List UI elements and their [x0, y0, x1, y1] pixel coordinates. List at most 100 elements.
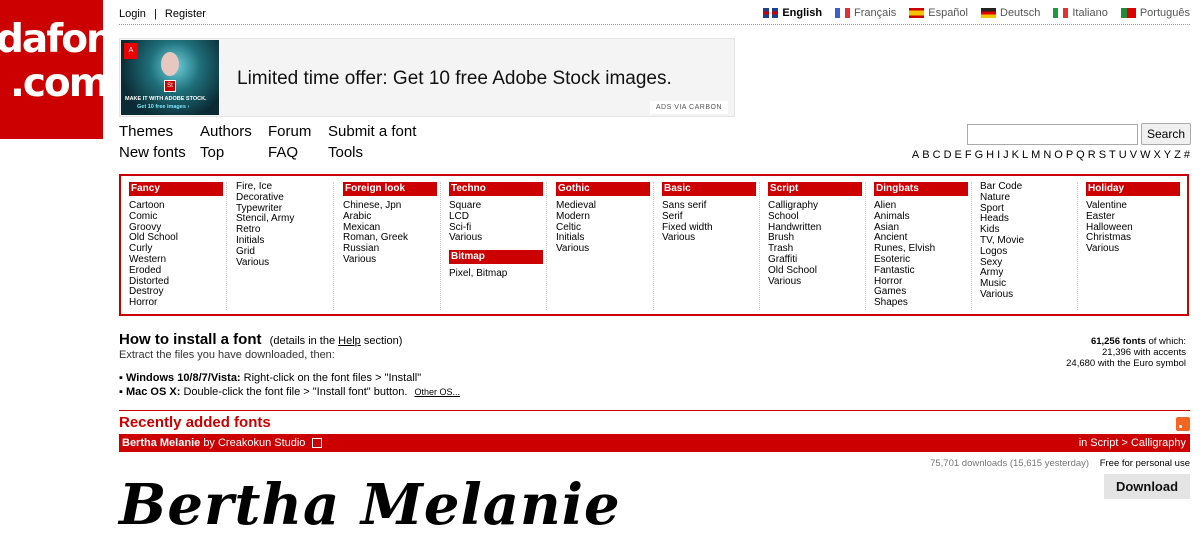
ad-image[interactable]: A St MAKE IT WITH ADOBE STOCK. Get 10 fr… [121, 40, 219, 115]
alphabet-link[interactable]: K [1012, 149, 1019, 161]
lang-german[interactable]: Deutsch [981, 7, 1040, 19]
download-button[interactable]: Download [1104, 474, 1190, 499]
lang-portuguese[interactable]: Português [1120, 7, 1190, 19]
category-link[interactable]: Various [980, 289, 1077, 301]
nav-new-fonts[interactable]: New fonts [119, 144, 186, 161]
font-name-group: Bertha Melanie by Creakokun Studio [122, 434, 322, 452]
category-header[interactable]: Bitmap [449, 250, 543, 265]
alphabet-link[interactable]: V [1130, 149, 1137, 161]
category-link[interactable]: Eroded [129, 265, 226, 277]
dafont-logo[interactable]: dafont .com [0, 0, 130, 139]
ad-banner[interactable]: A St MAKE IT WITH ADOBE STOCK. Get 10 fr… [119, 38, 735, 117]
ad-text[interactable]: Limited time offer: Get 10 free Adobe St… [237, 68, 672, 90]
nav-top[interactable]: Top [200, 144, 224, 161]
search-input[interactable] [967, 124, 1138, 145]
category-link[interactable]: LCD [449, 211, 546, 223]
category-link[interactable]: Logos [980, 246, 1077, 258]
category-header[interactable]: Fancy [129, 182, 223, 196]
category-link[interactable]: Various [768, 276, 865, 288]
font-name-link[interactable]: Bertha Melanie [122, 437, 200, 449]
category-link[interactable]: Various [343, 254, 440, 266]
help-link[interactable]: Help [338, 335, 361, 347]
nav-authors[interactable]: Authors [200, 123, 252, 140]
category-link[interactable]: Various [662, 233, 759, 244]
alphabet-link[interactable]: E [955, 149, 962, 161]
lang-label: Español [928, 7, 968, 19]
nav-themes[interactable]: Themes [119, 123, 173, 140]
alphabet-link[interactable]: # [1184, 149, 1190, 161]
alphabet-link[interactable]: B [922, 149, 929, 161]
alphabet-link[interactable]: G [975, 149, 984, 161]
lang-italian[interactable]: Italiano [1053, 7, 1108, 19]
category-link[interactable]: Various [449, 233, 546, 244]
category-link[interactable]: Nature [980, 192, 1077, 204]
alphabet-link[interactable]: Y [1164, 149, 1171, 161]
lang-spanish[interactable]: Español [909, 7, 968, 19]
alphabet-link[interactable]: P [1066, 149, 1073, 161]
category-link[interactable]: Grid [236, 246, 333, 258]
category-header[interactable]: Techno [449, 182, 543, 196]
category-link[interactable]: Pixel, Bitmap [449, 268, 546, 280]
category-header[interactable]: Script [768, 182, 862, 196]
category-link[interactable]: School [768, 211, 865, 223]
category-dingbats-more: Bar Code Nature Sport Heads Kids TV, Movie Log… [980, 181, 1078, 310]
category-link[interactable]: Modern [556, 211, 653, 223]
alphabet-link[interactable]: Z [1174, 149, 1181, 161]
alphabet-link[interactable]: J [1003, 149, 1009, 161]
alphabet-link[interactable]: S [1099, 149, 1106, 161]
other-os-link[interactable]: Other OS... [414, 387, 460, 397]
font-category[interactable]: in Script > Calligraphy [1079, 434, 1186, 452]
external-link-icon[interactable] [311, 438, 322, 449]
alphabet-link[interactable]: D [944, 149, 952, 161]
alphabet-link[interactable]: A [912, 149, 919, 161]
category-header[interactable]: Foreign look [343, 182, 437, 196]
font-author[interactable]: by Creakokun Studio [203, 437, 305, 449]
germany-flag-icon [981, 8, 996, 18]
category-link[interactable]: Horror [129, 297, 226, 309]
alphabet-link[interactable]: Q [1076, 149, 1085, 161]
alphabet-link[interactable]: C [933, 149, 941, 161]
category-link[interactable]: Decorative [236, 192, 333, 204]
alphabet-link[interactable]: I [997, 149, 1000, 161]
category-link[interactable]: Various [1086, 243, 1183, 255]
nav-faq[interactable]: FAQ [268, 144, 298, 161]
alphabet-link[interactable]: X [1153, 149, 1160, 161]
category-link[interactable]: Arabic [343, 211, 440, 223]
alphabet-link[interactable]: R [1088, 149, 1096, 161]
alphabet-link[interactable]: W [1140, 149, 1150, 161]
rss-icon[interactable] [1176, 417, 1190, 431]
alphabet-link[interactable]: M [1031, 149, 1040, 161]
alphabet-link[interactable]: O [1054, 149, 1063, 161]
category-header[interactable]: Dingbats [874, 182, 968, 196]
logo-line1: dafont [0, 17, 130, 62]
alphabet-link[interactable]: T [1109, 149, 1116, 161]
alphabet-link[interactable]: N [1043, 149, 1051, 161]
login-link[interactable]: Login [119, 8, 146, 20]
category-link[interactable]: Fantastic [874, 265, 971, 277]
font-preview[interactable]: Bertha Melanie [119, 472, 621, 538]
nav-tools[interactable]: Tools [328, 144, 363, 161]
search-button[interactable]: Search [1141, 123, 1191, 145]
alphabet-link[interactable]: L [1022, 149, 1028, 161]
category-link[interactable]: Serif [662, 211, 759, 223]
alphabet-link[interactable]: F [965, 149, 972, 161]
nav-forum[interactable]: Forum [268, 123, 311, 140]
category-link[interactable]: Animals [874, 211, 971, 223]
lang-french[interactable]: Français [835, 7, 896, 19]
category-header[interactable]: Gothic [556, 182, 650, 196]
nav-submit-font[interactable]: Submit a font [328, 123, 416, 140]
category-header[interactable]: Holiday [1086, 182, 1180, 196]
category-link[interactable]: Easter [1086, 211, 1183, 223]
category-link[interactable]: Old School [768, 265, 865, 277]
category-header[interactable]: Basic [662, 182, 756, 196]
lang-label: Français [854, 7, 897, 19]
alphabet-link[interactable]: H [986, 149, 994, 161]
ads-via-carbon[interactable]: ADS VIA CARBON [649, 101, 728, 114]
category-link[interactable]: Comic [129, 211, 226, 223]
category-link[interactable]: Various [556, 243, 653, 255]
lang-english[interactable]: English [763, 7, 822, 19]
register-link[interactable]: Register [165, 8, 206, 20]
category-link[interactable]: Shapes [874, 297, 971, 309]
category-link[interactable]: Various [236, 257, 333, 269]
alphabet-link[interactable]: U [1119, 149, 1127, 161]
